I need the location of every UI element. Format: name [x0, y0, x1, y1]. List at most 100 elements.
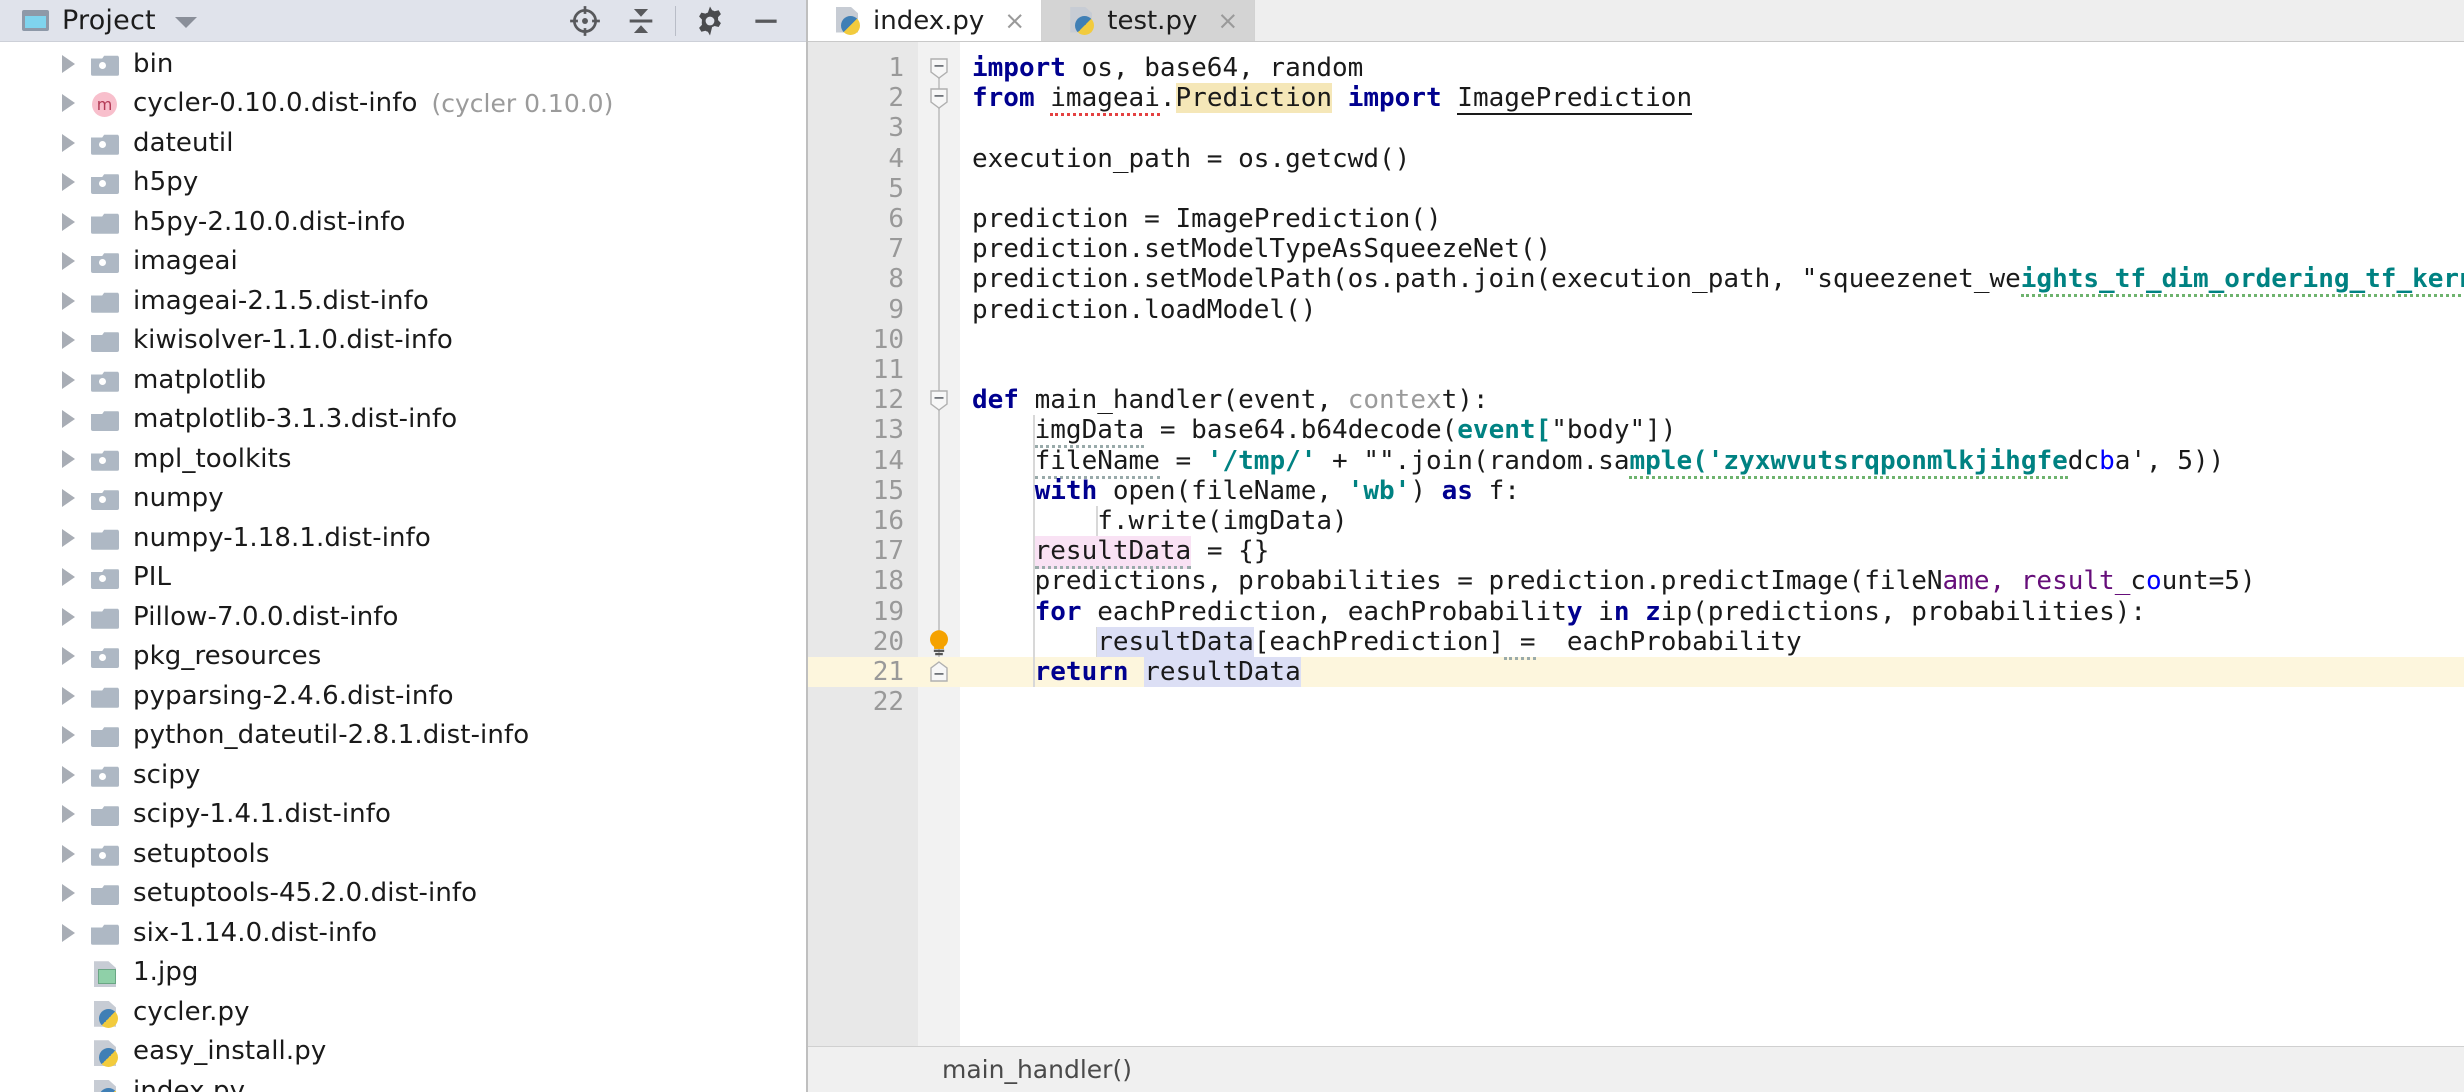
line-number: 21: [873, 657, 904, 687]
tree-item[interactable]: setuptools-45.2.0.dist-info: [0, 874, 806, 914]
tree-item-label: imageai-2.1.5.dist-info: [133, 286, 429, 316]
gear-icon[interactable]: [682, 0, 738, 42]
expand-arrow-icon[interactable]: [62, 608, 75, 626]
editor-tab[interactable]: test.py×: [1042, 0, 1255, 41]
expand-arrow-icon[interactable]: [62, 410, 75, 428]
expand-arrow-icon[interactable]: [62, 568, 75, 586]
tree-item[interactable]: easy_install.py: [0, 1032, 806, 1072]
line-number: 17: [873, 536, 904, 566]
line-number: 16: [873, 506, 904, 536]
expand-arrow-icon[interactable]: [62, 924, 75, 942]
tree-item[interactable]: matplotlib-3.1.3.dist-info: [0, 400, 806, 440]
tree-item-label: imageai: [133, 246, 238, 276]
code-line[interactable]: def main_handler(event, context):: [972, 385, 1489, 415]
expand-arrow-icon[interactable]: [62, 371, 75, 389]
code-line[interactable]: prediction.loadModel(): [972, 295, 1316, 325]
expand-arrow-icon[interactable]: [62, 292, 75, 310]
tree-item[interactable]: mpl_toolkits: [0, 439, 806, 479]
tree-item[interactable]: PIL: [0, 558, 806, 598]
line-number-gutter[interactable]: 12345678910111213141516171819202122: [808, 42, 918, 1046]
fold-marker-column[interactable]: [918, 42, 960, 1046]
code-fold-toggle[interactable]: [928, 57, 950, 79]
project-file-tree[interactable]: bincycler-0.10.0.dist-info(cycler 0.10.0…: [0, 42, 806, 1092]
fold-guide-line: [938, 59, 940, 673]
python-file-icon: [91, 1000, 119, 1024]
expand-arrow-icon[interactable]: [62, 450, 75, 468]
folder-src-icon: [91, 368, 119, 392]
tree-item[interactable]: scipy: [0, 755, 806, 795]
expand-arrow-icon[interactable]: [62, 331, 75, 349]
expand-arrow-icon[interactable]: [62, 489, 75, 507]
expand-arrow-icon[interactable]: [62, 252, 75, 270]
tree-item[interactable]: h5py: [0, 163, 806, 203]
expand-arrow-icon[interactable]: [62, 94, 75, 112]
tree-item[interactable]: h5py-2.10.0.dist-info: [0, 202, 806, 242]
tree-item[interactable]: six-1.14.0.dist-info: [0, 913, 806, 953]
code-line[interactable]: prediction = ImagePrediction(): [972, 204, 1442, 234]
tree-item[interactable]: cycler-0.10.0.dist-info(cycler 0.10.0): [0, 84, 806, 124]
tree-item[interactable]: kiwisolver-1.1.0.dist-info: [0, 321, 806, 361]
code-line[interactable]: resultData = {}: [972, 536, 1269, 566]
tree-item[interactable]: Pillow-7.0.0.dist-info: [0, 597, 806, 637]
minimize-icon[interactable]: [738, 0, 794, 42]
close-icon[interactable]: ×: [1217, 8, 1238, 33]
code-fold-toggle[interactable]: [928, 389, 950, 411]
code-line[interactable]: fileName = '/tmp/' + "".join(random.samp…: [972, 446, 2224, 476]
folder-icon: [91, 210, 119, 234]
tree-item[interactable]: pkg_resources: [0, 637, 806, 677]
line-number: 1: [888, 53, 904, 83]
tree-item[interactable]: numpy-1.18.1.dist-info: [0, 518, 806, 558]
tree-item[interactable]: index.py: [0, 1071, 806, 1092]
editor-tab[interactable]: index.py×: [808, 0, 1042, 41]
code-line[interactable]: from imageai.Prediction import ImagePred…: [972, 83, 1692, 113]
code-line[interactable]: imgData = base64.b64decode(event["body"]…: [972, 415, 1676, 445]
expand-arrow-icon[interactable]: [62, 845, 75, 863]
breadcrumb[interactable]: main_handler(): [942, 1055, 1132, 1084]
code-line[interactable]: prediction.setModelPath(os.path.join(exe…: [972, 264, 2464, 294]
code-line[interactable]: return resultData: [972, 657, 1301, 687]
code-line[interactable]: prediction.setModelTypeAsSqueezeNet(): [972, 234, 1551, 264]
expand-arrow-icon[interactable]: [62, 529, 75, 547]
code-fold-toggle[interactable]: [928, 87, 950, 109]
code-text-area[interactable]: import os, base64, randomfrom imageai.Pr…: [960, 42, 2464, 1046]
code-line[interactable]: with open(fileName, 'wb') as f:: [972, 476, 1520, 506]
collapse-all-icon[interactable]: [613, 0, 669, 42]
intention-bulb-icon[interactable]: [918, 627, 960, 657]
tree-item[interactable]: 1.jpg: [0, 953, 806, 993]
expand-arrow-icon[interactable]: [62, 173, 75, 191]
code-line[interactable]: f.write(imgData): [972, 506, 1348, 536]
tree-item[interactable]: scipy-1.4.1.dist-info: [0, 795, 806, 835]
close-icon[interactable]: ×: [1004, 8, 1025, 33]
tree-item[interactable]: imageai: [0, 242, 806, 282]
code-line[interactable]: predictions, probabilities = prediction.…: [972, 566, 2256, 596]
tree-item[interactable]: matplotlib: [0, 360, 806, 400]
expand-arrow-icon[interactable]: [62, 55, 75, 73]
code-line[interactable]: for eachPrediction, eachProbability in z…: [972, 597, 2146, 627]
expand-arrow-icon[interactable]: [62, 134, 75, 152]
code-fold-toggle[interactable]: [928, 661, 950, 683]
code-line[interactable]: import os, base64, random: [972, 53, 1363, 83]
locate-target-icon[interactable]: [557, 0, 613, 42]
tree-item[interactable]: dateutil: [0, 123, 806, 163]
tree-item[interactable]: cycler.py: [0, 992, 806, 1032]
line-number: 6: [888, 204, 904, 234]
tree-item[interactable]: numpy: [0, 479, 806, 519]
expand-arrow-icon[interactable]: [62, 766, 75, 784]
tree-item[interactable]: bin: [0, 44, 806, 84]
expand-arrow-icon[interactable]: [62, 687, 75, 705]
code-line[interactable]: resultData[eachPrediction] = eachProbabi…: [972, 627, 1802, 657]
tree-item[interactable]: setuptools: [0, 834, 806, 874]
expand-arrow-icon[interactable]: [62, 884, 75, 902]
tree-item[interactable]: imageai-2.1.5.dist-info: [0, 281, 806, 321]
expand-arrow-icon[interactable]: [62, 805, 75, 823]
expand-arrow-icon[interactable]: [62, 726, 75, 744]
code-line[interactable]: execution_path = os.getcwd(): [972, 144, 1410, 174]
tree-item[interactable]: pyparsing-2.4.6.dist-info: [0, 676, 806, 716]
tree-item-label: h5py-2.10.0.dist-info: [133, 207, 406, 237]
tree-item[interactable]: python_dateutil-2.8.1.dist-info: [0, 716, 806, 756]
chevron-down-icon[interactable]: [175, 17, 197, 28]
expand-arrow-icon[interactable]: [62, 213, 75, 231]
expand-arrow-icon[interactable]: [62, 647, 75, 665]
project-panel-title-group[interactable]: Project: [22, 5, 197, 36]
tree-item-label: python_dateutil-2.8.1.dist-info: [133, 720, 529, 750]
